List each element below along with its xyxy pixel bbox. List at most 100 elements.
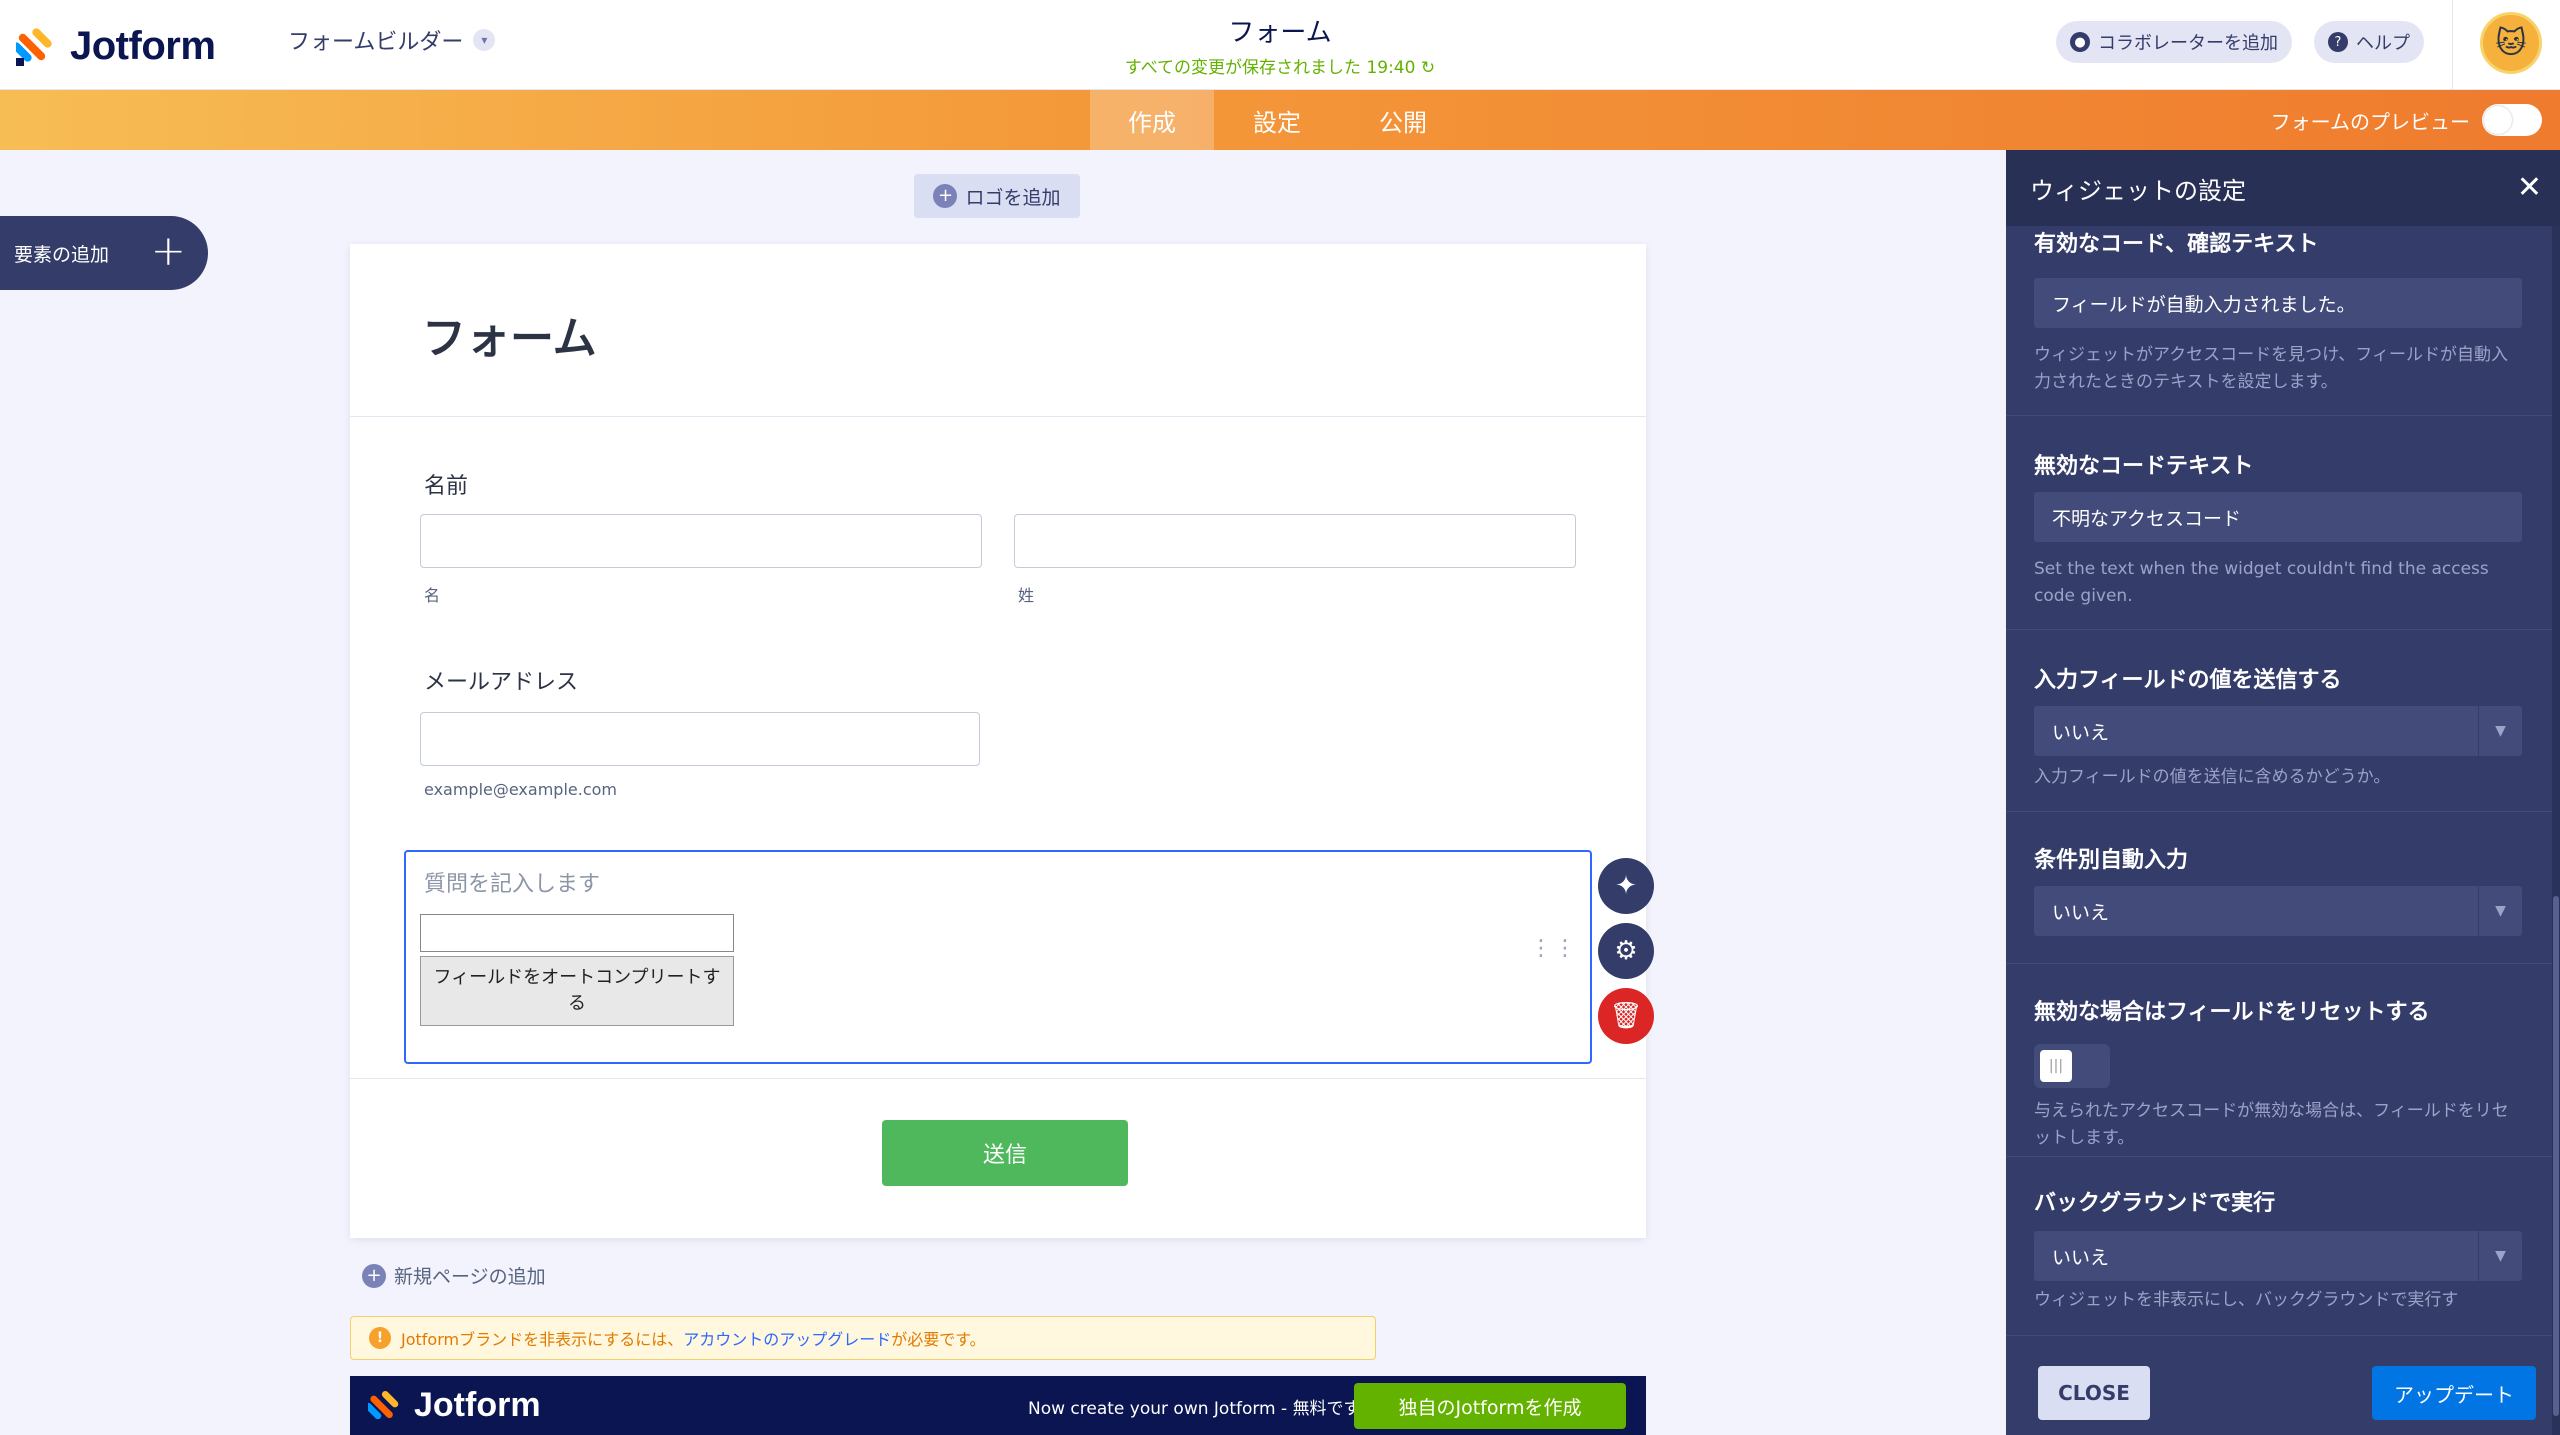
footer-logo: Jotform [368, 1386, 541, 1425]
email-label: メールアドレス [424, 670, 579, 695]
add-element-button[interactable]: 要素の追加 + [0, 216, 208, 290]
name-label: 名前 [424, 474, 469, 499]
footer-brand-name: Jotform [414, 1386, 541, 1424]
user-icon: ● [2070, 32, 2090, 52]
form-builder-menu[interactable]: フォームビルダー ▾ [288, 24, 496, 56]
send-values-select[interactable]: いいえ ▼ [2034, 706, 2522, 756]
jotform-logo-icon [16, 28, 52, 66]
add-page-button[interactable]: + 新規ページの追加 [362, 1262, 546, 1289]
conditional-autofill-selected: いいえ [2052, 901, 2110, 924]
add-collaborator-label: コラボレーターを追加 [2098, 33, 2278, 54]
autocomplete-widget[interactable]: 質問を記入します フィールドをオートコンプリートする ⋮⋮ [404, 850, 1592, 1064]
reset-fields-title: 無効な場合はフィールドをリセットする [2034, 1000, 2430, 1025]
avatar[interactable]: 🐱 [2480, 12, 2542, 74]
builder-label: フォームビルダー [288, 30, 464, 55]
send-values-selected: いいえ [2052, 721, 2110, 744]
run-background-section: バックグラウンドで実行 いいえ ▼ ウィジェットを非表示にし、バックグラウンドで… [2006, 1156, 2552, 1336]
email-sublabel: example@example.com [424, 780, 617, 799]
top-bar: Jotform フォームビルダー ▾ フォーム すべての変更が保存されました 1… [0, 0, 2560, 90]
conditional-autofill-title: 条件別自動入力 [2034, 848, 2189, 873]
magic-wand-button[interactable]: ✦ [1598, 858, 1654, 914]
first-name-sublabel: 名 [424, 586, 441, 605]
send-values-title: 入力フィールドの値を送信する [2034, 668, 2342, 693]
main-nav: 作成 設定 公開 フォームのプレビュー [0, 90, 2560, 150]
header-divider [2452, 0, 2453, 90]
valid-code-desc: ウィジェットがアクセスコードを見つけ、フィールドが自動入力されたときのテキストを… [2034, 345, 2508, 392]
submit-button[interactable]: 送信 [882, 1120, 1128, 1186]
widget-access-code-input[interactable] [420, 914, 734, 952]
tab-settings[interactable]: 設定 [1214, 90, 1340, 150]
gear-icon: ⚙ [1614, 936, 1638, 966]
update-button[interactable]: アップデート [2372, 1366, 2536, 1420]
upgrade-account-link[interactable]: アカウントのアップグレード [683, 1330, 891, 1349]
tab-build[interactable]: 作成 [1090, 90, 1214, 150]
first-name-input[interactable] [420, 514, 982, 568]
tab-publish[interactable]: 公開 [1340, 90, 1466, 150]
warning-icon: ! [369, 1327, 391, 1349]
jotform-logo-icon [368, 1390, 399, 1419]
help-button[interactable]: ? ヘルプ [2314, 21, 2424, 63]
drag-handle-icon[interactable]: ⋮⋮ [1530, 938, 1578, 960]
create-jotform-button[interactable]: 独自のJotformを作成 [1354, 1383, 1626, 1429]
widget-settings-panel: ウィジェットの設定 ✕ 有効なコード、確認テキスト フィールドが自動入力されまし… [2006, 150, 2560, 1435]
delete-button[interactable]: 🗑 [1598, 988, 1654, 1044]
plus-icon: + [150, 226, 186, 275]
last-name-input[interactable] [1014, 514, 1576, 568]
form-card: フォーム 名前 名 姓 メールアドレス example@example.com … [350, 244, 1646, 1238]
preview-toggle[interactable] [2482, 104, 2542, 136]
add-collaborator-button[interactable]: ● コラボレーターを追加 [2056, 21, 2292, 63]
add-element-label: 要素の追加 [14, 243, 110, 266]
chevron-down-icon: ▼ [2478, 886, 2522, 936]
refresh-icon: ↻ [1420, 58, 1436, 78]
add-page-label: 新規ページの追加 [394, 1266, 546, 1288]
run-background-select[interactable]: いいえ ▼ [2034, 1231, 2522, 1281]
email-input[interactable] [420, 712, 980, 766]
reset-fields-toggle[interactable]: ||| [2034, 1044, 2110, 1088]
chevron-down-icon: ▾ [473, 29, 496, 51]
warning-text: Jotformブランドを非表示にするには、アカウントのアップグレードが必要です。 [401, 1330, 986, 1349]
form-preview: フォームのプレビュー [2271, 90, 2542, 150]
add-logo-button[interactable]: + ロゴを追加 [914, 174, 1080, 218]
widget-settings-button[interactable]: ⚙ [1598, 923, 1654, 979]
trash-icon: 🗑 [1609, 1001, 1643, 1031]
plus-circle-icon: + [362, 1263, 386, 1288]
invalid-code-input[interactable]: 不明なアクセスコード [2034, 492, 2522, 542]
toggle-knob-icon: ||| [2040, 1050, 2072, 1082]
magic-wand-icon: ✦ [1615, 871, 1637, 901]
preview-label: フォームのプレビュー [2270, 109, 2470, 134]
conditional-autofill-select[interactable]: いいえ ▼ [2034, 886, 2522, 936]
form-title[interactable]: フォーム [1080, 12, 1480, 49]
run-background-title: バックグラウンドで実行 [2034, 1191, 2276, 1216]
invalid-code-desc: Set the text when the widget couldn't fi… [2034, 559, 2489, 606]
close-icon[interactable]: ✕ [2517, 170, 2542, 205]
form-heading[interactable]: フォーム [422, 302, 597, 366]
form-title-area: フォーム すべての変更が保存されました 19:40 ↻ [1080, 12, 1480, 78]
footer-ad-bar: Jotform Now create your own Jotform - 無料… [350, 1376, 1646, 1435]
run-background-desc: ウィジェットを非表示にし、バックグラウンドで実行す [2034, 1290, 2459, 1310]
brand-name: Jotform [70, 23, 216, 68]
last-name-sublabel: 姓 [1018, 586, 1035, 605]
footer-ad-text: Now create your own Jotform - 無料です [1028, 1399, 1361, 1419]
close-button[interactable]: CLOSE [2038, 1366, 2150, 1420]
scrollbar-thumb[interactable] [2553, 896, 2559, 1416]
branding-warning: ! Jotformブランドを非表示にするには、アカウントのアップグレードが必要で… [350, 1316, 1376, 1360]
add-logo-label: ロゴを追加 [965, 186, 1061, 209]
valid-code-title: 有効なコード、確認テキスト [2034, 232, 2319, 257]
conditional-autofill-section: 条件別自動入力 いいえ ▼ [2006, 812, 2552, 964]
save-status: すべての変更が保存されました 19:40 ↻ [1124, 58, 1436, 78]
plus-circle-icon: + [933, 184, 958, 208]
submit-divider [350, 1078, 1646, 1079]
run-background-selected: いいえ [2052, 1246, 2110, 1269]
reset-fields-desc: 与えられたアクセスコードが無効な場合は、フィールドをリセットします。 [2034, 1101, 2509, 1148]
question-placeholder[interactable]: 質問を記入します [424, 866, 600, 898]
chevron-down-icon: ▼ [2478, 706, 2522, 756]
autocomplete-button[interactable]: フィールドをオートコンプリートする [420, 956, 734, 1026]
jotform-logo[interactable]: Jotform [16, 18, 216, 74]
send-values-section: 入力フィールドの値を送信する いいえ ▼ 入力フィールドの値を送信に含めるかどう… [2006, 630, 2552, 812]
panel-scrollbar[interactable] [2552, 226, 2560, 1435]
valid-code-section: 有効なコード、確認テキスト フィールドが自動入力されました。 ウィジェットがアク… [2006, 226, 2552, 416]
help-label: ヘルプ [2356, 33, 2410, 54]
valid-code-input[interactable]: フィールドが自動入力されました。 [2034, 278, 2522, 328]
chevron-down-icon: ▼ [2478, 1231, 2522, 1281]
send-values-desc: 入力フィールドの値を送信に含めるかどうか。 [2034, 767, 2391, 787]
